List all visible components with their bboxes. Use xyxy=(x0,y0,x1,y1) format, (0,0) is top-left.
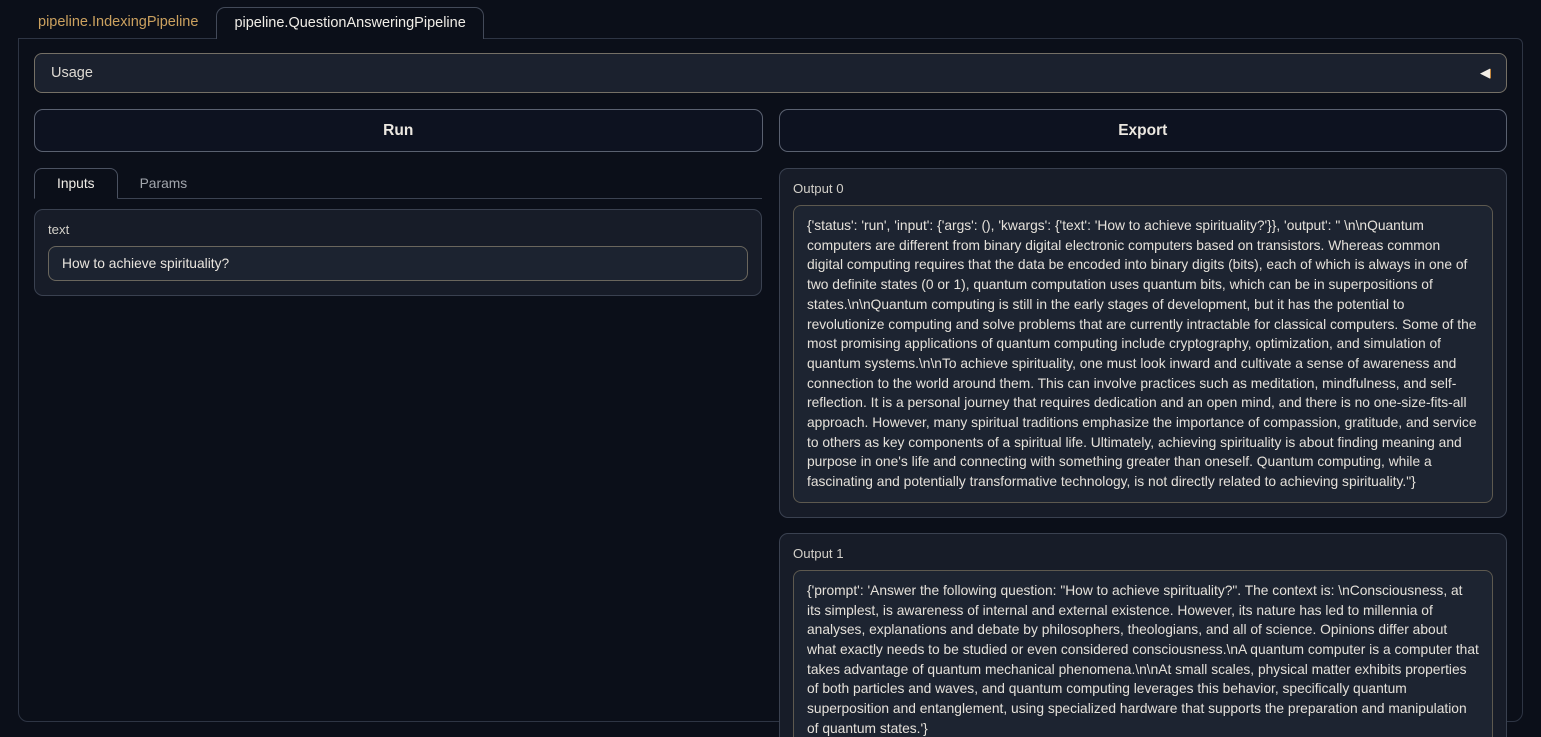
action-buttons-row: Run Export xyxy=(34,109,1507,152)
usage-accordion-label: Usage xyxy=(51,65,93,81)
tab-params[interactable]: Params xyxy=(118,169,210,198)
usage-accordion-header[interactable]: Usage ◀ xyxy=(34,53,1507,93)
output-1-group: Output 1 {'prompt': 'Answer the followin… xyxy=(779,533,1507,737)
inputs-tabpanel: text xyxy=(34,199,762,296)
output-1-textbox[interactable]: {'prompt': 'Answer the following questio… xyxy=(793,570,1493,737)
export-button[interactable]: Export xyxy=(779,109,1508,152)
output-0-label: Output 0 xyxy=(793,181,1493,196)
tab-question-answering-pipeline[interactable]: pipeline.QuestionAnsweringPipeline xyxy=(216,7,483,39)
tab-inputs[interactable]: Inputs xyxy=(34,168,118,199)
text-input-group: text xyxy=(34,209,762,296)
run-button[interactable]: Run xyxy=(34,109,763,152)
output-0-group: Output 0 {'status': 'run', 'input': {'ar… xyxy=(779,168,1507,518)
text-field-label: text xyxy=(48,222,748,237)
pipeline-panel: Usage ◀ Run Export Inputs Params text Ou… xyxy=(18,38,1523,722)
output-1-label: Output 1 xyxy=(793,546,1493,561)
output-0-textbox[interactable]: {'status': 'run', 'input': {'args': (), … xyxy=(793,205,1493,503)
pipeline-tabbar: pipeline.IndexingPipeline pipeline.Quest… xyxy=(0,0,1541,38)
inputs-column: Inputs Params text xyxy=(34,168,762,296)
text-input[interactable] xyxy=(48,246,748,281)
chevron-left-icon: ◀ xyxy=(1480,65,1490,81)
tab-indexing-pipeline[interactable]: pipeline.IndexingPipeline xyxy=(20,6,216,38)
io-tabbar: Inputs Params xyxy=(34,168,762,199)
main-content-row: Inputs Params text Output 0 {'status': '… xyxy=(34,168,1507,737)
outputs-column: Output 0 {'status': 'run', 'input': {'ar… xyxy=(779,168,1507,737)
